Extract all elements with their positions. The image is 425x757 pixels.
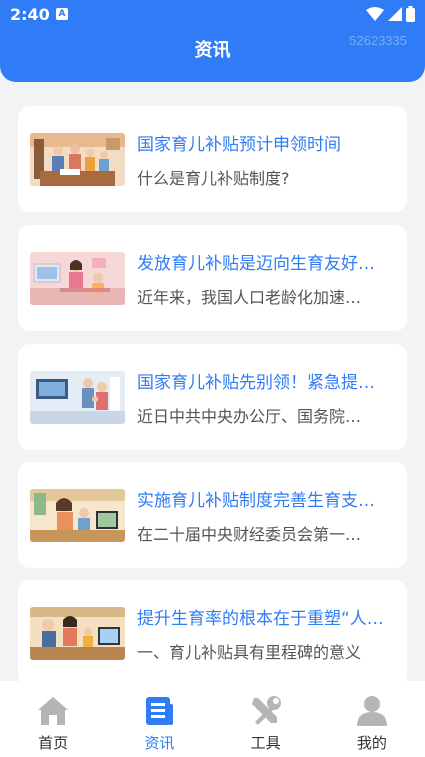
tab-label: 首页 [38,734,69,752]
article-title: 实施育儿补贴制度完善生育支… [137,491,375,511]
article-title: 国家育儿补贴预计申领时间 [137,135,341,155]
article-thumbnail [30,489,125,542]
wifi-icon [366,7,384,21]
tab-label: 工具 [250,734,281,752]
tab-home[interactable]: 首页 [0,681,106,757]
user-icon [356,696,387,726]
tab-label: 资讯 [144,734,175,752]
article-thumbnail [30,371,125,424]
status-time: 2:40 [10,5,50,24]
tab-news[interactable]: 资讯 [106,681,212,757]
article-summary: 近日中共中央办公厅、国务院… [137,407,362,426]
bottom-tab-bar: 首页 资讯 工具 我的 [0,681,425,757]
article-title: 发放育儿补贴是迈向生育友好… [137,254,375,274]
cellular-icon [388,7,402,21]
article-summary: 一、育儿补贴具有里程碑的意义 [137,643,362,662]
tab-tools[interactable]: 工具 [213,681,319,757]
tools-icon [251,696,281,725]
status-bar: 2:40 A [0,0,425,30]
article-title: 国家育儿补贴先别领！紧急提… [137,373,375,393]
article-summary: 近年来，我国人口老龄化加速… [137,288,362,307]
watermark: 52623335 [349,33,407,48]
status-icons [366,6,415,22]
article-summary: 什么是育儿补贴制度? [137,169,290,188]
article-summary: 在二十届中央财经委员会第一… [137,525,362,544]
news-icon [146,697,174,725]
app-header: 2:40 A 资讯 52623335 [0,0,425,82]
article-card-2[interactable]: 发放育儿补贴是迈向生育友好… 近年来，我国人口老龄化加速… [18,225,407,331]
article-card-3[interactable]: 国家育儿补贴先别领！紧急提… 近日中共中央办公厅、国务院… [18,344,407,450]
article-thumbnail [30,133,125,186]
tab-mine[interactable]: 我的 [319,681,425,757]
article-thumbnail [30,607,125,660]
app-notification-icon: A [56,8,68,20]
article-card-4[interactable]: 实施育儿补贴制度完善生育支… 在二十届中央财经委员会第一… [18,462,407,568]
article-title: 提升生育率的根本在于重塑“人… [137,609,384,629]
tab-label: 我的 [356,734,387,752]
battery-icon [406,6,415,22]
article-thumbnail [30,252,125,305]
article-card-1[interactable]: 国家育儿补贴预计申领时间 什么是育儿补贴制度? [18,106,407,212]
home-icon [38,697,69,725]
article-card-5[interactable]: 提升生育率的根本在于重塑“人… 一、育儿补贴具有里程碑的意义 [18,580,407,686]
